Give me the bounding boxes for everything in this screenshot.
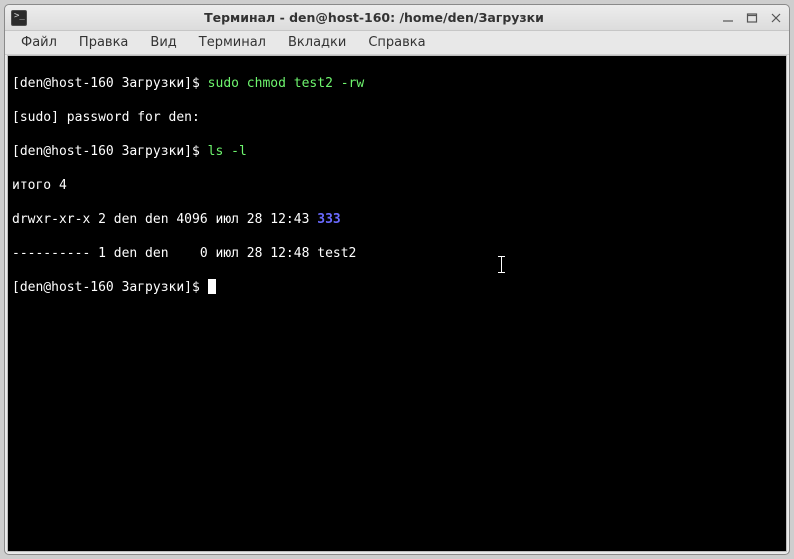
terminal-line: итого 4 <box>12 177 782 194</box>
prompt: [den@host-160 Загрузки]$ <box>12 144 208 159</box>
minimize-button[interactable] <box>721 11 735 25</box>
terminal-line: [den@host-160 Загрузки]$ sudo chmod test… <box>12 75 782 92</box>
block-cursor <box>208 279 216 294</box>
menu-terminal[interactable]: Терминал <box>189 33 276 52</box>
command-text: ls -l <box>208 144 247 159</box>
terminal-window: Терминал - den@host-160: /home/den/Загру… <box>4 4 790 555</box>
terminal-line: ---------- 1 den den 0 июл 28 12:48 test… <box>12 245 782 262</box>
terminal-line: drwxr-xr-x 2 den den 4096 июл 28 12:43 3… <box>12 211 782 228</box>
terminal-line: [den@host-160 Загрузки]$ <box>12 279 782 296</box>
terminal-line: [den@host-160 Загрузки]$ ls -l <box>12 143 782 160</box>
titlebar[interactable]: Терминал - den@host-160: /home/den/Загру… <box>5 5 789 31</box>
maximize-icon <box>746 12 758 24</box>
menu-view[interactable]: Вид <box>140 33 186 52</box>
ls-entry: drwxr-xr-x 2 den den 4096 июл 28 12:43 <box>12 212 317 227</box>
prompt: [den@host-160 Загрузки]$ <box>12 76 208 91</box>
window-controls <box>721 11 783 25</box>
window-title: Терминал - den@host-160: /home/den/Загру… <box>33 10 715 25</box>
terminal-viewport[interactable]: [den@host-160 Загрузки]$ sudo chmod test… <box>7 55 787 552</box>
command-text: sudo chmod test2 -rw <box>208 76 365 91</box>
terminal-app-icon <box>11 10 27 26</box>
close-icon <box>770 12 782 24</box>
menubar: Файл Правка Вид Терминал Вкладки Справка <box>5 31 789 55</box>
maximize-button[interactable] <box>745 11 759 25</box>
minimize-icon <box>722 12 734 24</box>
menu-edit[interactable]: Правка <box>69 33 138 52</box>
directory-name: 333 <box>317 212 340 227</box>
terminal-line: [sudo] password for den: <box>12 109 782 126</box>
close-button[interactable] <box>769 11 783 25</box>
prompt: [den@host-160 Загрузки]$ <box>12 280 208 295</box>
menu-help[interactable]: Справка <box>358 33 435 52</box>
menu-file[interactable]: Файл <box>11 33 67 52</box>
menu-tabs[interactable]: Вкладки <box>278 33 356 52</box>
